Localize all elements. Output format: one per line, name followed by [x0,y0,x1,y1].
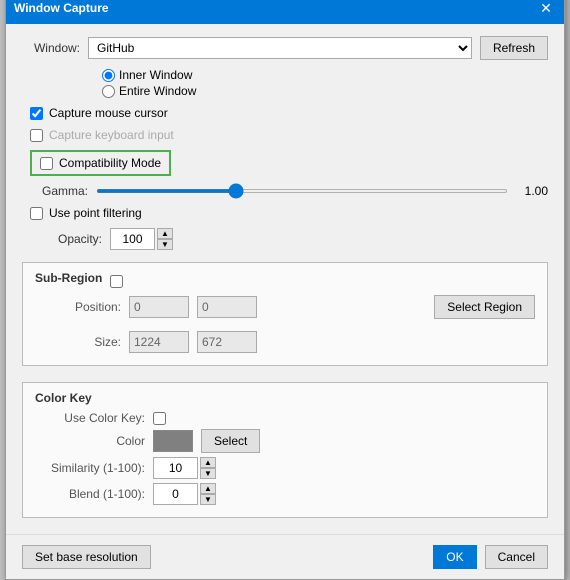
compatibility-mode-section: Compatibility Mode [22,150,548,176]
blend-row: Blend (1-100): ▲ ▼ [35,483,535,505]
blend-spinner-buttons: ▲ ▼ [200,483,216,505]
opacity-row: Opacity: 100 ▲ ▼ [22,228,548,250]
compatibility-mode-box: Compatibility Mode [30,150,171,176]
blend-up-button[interactable]: ▲ [200,483,216,494]
blend-spinner: ▲ ▼ [153,483,216,505]
color-select-button[interactable]: Select [201,429,260,453]
position-x-input[interactable] [129,296,189,318]
color-key-title: Color Key [35,391,535,405]
window-capture-dialog: Window Capture ✕ Window: GitHub Refresh … [5,0,565,580]
similarity-spinner: ▲ ▼ [153,457,216,479]
sub-region-fields: Position: Select Region Size: [35,291,535,357]
cancel-button[interactable]: Cancel [485,545,548,569]
point-filtering-row: Use point filtering [22,206,548,220]
opacity-spinner-buttons: ▲ ▼ [157,228,173,250]
opacity-spinner: 100 ▲ ▼ [110,228,173,250]
ok-button[interactable]: OK [433,545,476,569]
similarity-down-button[interactable]: ▼ [200,468,216,479]
position-row: Position: Select Region [51,295,535,319]
color-key-section: Color Key Use Color Key: Color Select Si… [22,382,548,518]
refresh-button[interactable]: Refresh [480,36,548,60]
select-region-button[interactable]: Select Region [434,295,535,319]
position-y-input[interactable] [197,296,257,318]
opacity-up-button[interactable]: ▲ [157,228,173,239]
entire-window-row: Entire Window [102,84,548,98]
dialog-footer: Set base resolution OK Cancel [6,534,564,579]
point-filtering-checkbox[interactable] [30,207,43,220]
compatibility-mode-checkbox[interactable] [40,157,53,170]
sub-region-checkbox[interactable] [110,275,123,288]
size-height-input[interactable] [197,331,257,353]
use-color-key-row: Use Color Key: [35,411,535,425]
color-row: Color Select [35,429,535,453]
compatibility-mode-label: Compatibility Mode [59,156,161,170]
point-filtering-label: Use point filtering [49,206,142,220]
dialog-title: Window Capture [14,1,109,15]
sub-region-title: Sub-Region [35,271,102,285]
blend-down-button[interactable]: ▼ [200,494,216,505]
window-label: Window: [22,41,80,55]
similarity-up-button[interactable]: ▲ [200,457,216,468]
gamma-value: 1.00 [516,184,548,198]
opacity-label: Opacity: [22,232,102,246]
blend-input[interactable] [153,483,198,505]
capture-keys-label: Capture keyboard input [49,128,174,142]
sub-region-section: Sub-Region Position: Select Region Size: [22,262,548,366]
footer-right-buttons: OK Cancel [433,545,548,569]
size-label: Size: [51,335,121,349]
similarity-input[interactable] [153,457,198,479]
size-row: Size: [51,331,535,353]
similarity-spinner-buttons: ▲ ▼ [200,457,216,479]
dialog-content: Window: GitHub Refresh Inner Window Enti… [6,24,564,534]
entire-window-label: Entire Window [119,84,196,98]
capture-mode-group: Inner Window Entire Window [22,68,548,98]
window-row: Window: GitHub Refresh [22,36,548,60]
window-select[interactable]: GitHub [88,37,472,59]
inner-window-radio[interactable] [102,69,115,82]
capture-mouse-label: Capture mouse cursor [49,106,168,120]
set-base-resolution-button[interactable]: Set base resolution [22,545,151,569]
inner-window-label: Inner Window [119,68,192,82]
position-label: Position: [51,300,121,314]
opacity-down-button[interactable]: ▼ [157,239,173,250]
capture-keys-row: Capture keyboard input [22,128,548,142]
similarity-row: Similarity (1-100): ▲ ▼ [35,457,535,479]
use-color-key-checkbox[interactable] [153,412,166,425]
inner-window-row: Inner Window [102,68,548,82]
title-bar: Window Capture ✕ [6,0,564,24]
capture-keys-checkbox[interactable] [30,129,43,142]
blend-label: Blend (1-100): [35,487,145,501]
opacity-input[interactable]: 100 [110,228,155,250]
capture-mouse-row: Capture mouse cursor [22,106,548,120]
close-button[interactable]: ✕ [536,0,556,18]
sub-region-header: Sub-Region [35,271,535,291]
similarity-label: Similarity (1-100): [35,461,145,475]
capture-mouse-checkbox[interactable] [30,107,43,120]
gamma-row: Gamma: 1.00 [22,184,548,198]
entire-window-radio[interactable] [102,85,115,98]
gamma-slider[interactable] [96,189,508,193]
size-width-input[interactable] [129,331,189,353]
use-color-key-label: Use Color Key: [35,411,145,425]
color-swatch [153,430,193,452]
color-label: Color [35,434,145,448]
gamma-label: Gamma: [30,184,88,198]
